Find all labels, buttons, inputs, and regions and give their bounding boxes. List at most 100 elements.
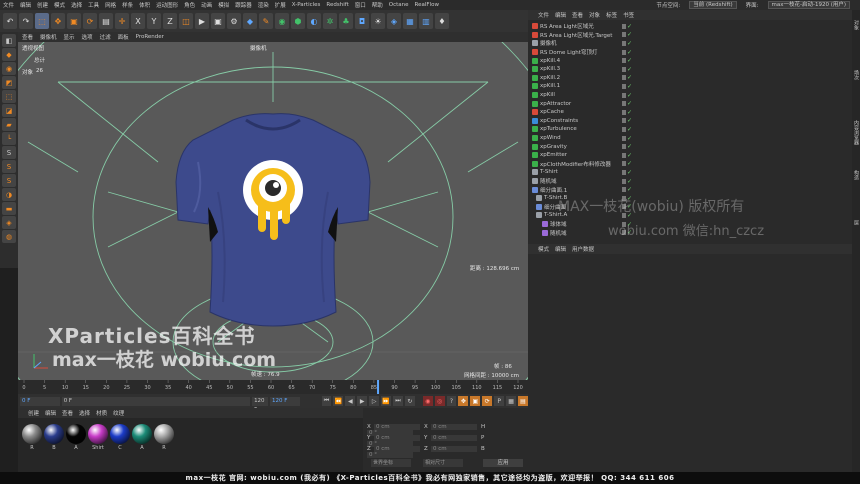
enabled-check-icon[interactable]: ✓ <box>627 23 632 29</box>
visibility-flag[interactable] <box>622 40 626 46</box>
menu-item[interactable]: 渲染 <box>258 1 269 9</box>
quantize-icon[interactable]: S <box>2 174 16 187</box>
menu-item[interactable]: 工具 <box>88 1 99 9</box>
menu-item[interactable]: 体积 <box>139 1 150 9</box>
material-swatch[interactable]: Shirt <box>88 424 108 451</box>
keyframe-selection-icon[interactable]: ? <box>446 396 457 406</box>
object-row[interactable]: 细分曲面.1 ✓ <box>528 185 842 194</box>
object-row[interactable]: xpClothModifier布料修改器 ✓ <box>528 160 842 169</box>
menu-item[interactable]: 选择 <box>71 1 82 9</box>
material-menu-item[interactable]: 材质 <box>96 409 107 417</box>
lock-icon[interactable]: ◍ <box>2 230 16 243</box>
object-menu-item[interactable]: 编辑 <box>555 11 566 19</box>
render-picture-icon[interactable]: ▣ <box>211 13 225 29</box>
menu-item[interactable]: 创建 <box>37 1 48 9</box>
object-row[interactable]: xpKill.4 ✓ <box>528 56 842 65</box>
bulb-icon[interactable]: ♦ <box>435 13 449 29</box>
object-row[interactable]: T-Shirt ✓ <box>528 168 842 177</box>
menu-item[interactable]: 样条 <box>122 1 133 9</box>
visibility-flag[interactable] <box>622 75 626 81</box>
object-row[interactable]: xpKill.1 ✓ <box>528 82 842 91</box>
material-ball[interactable] <box>66 424 86 444</box>
rotate-icon[interactable]: ⟳ <box>83 13 97 29</box>
right-tab[interactable]: 构造 <box>853 170 860 180</box>
cloner-icon[interactable]: ⬢ <box>291 13 305 29</box>
scale-key-icon[interactable]: ▣ <box>470 396 481 406</box>
environment-icon[interactable]: ♣ <box>339 13 353 29</box>
timeline-icon[interactable]: ▤ <box>518 396 528 406</box>
paint-icon[interactable]: ◈ <box>2 216 16 229</box>
pla-key-icon[interactable]: ▦ <box>506 396 516 406</box>
object-row[interactable]: xpEmitter ✓ <box>528 151 842 160</box>
scale-icon[interactable]: ▣ <box>67 13 81 29</box>
end-frame-field[interactable]: 120 F <box>252 396 268 413</box>
menu-item[interactable]: X-Particles <box>292 2 321 8</box>
layout-icon[interactable]: ▥ <box>419 13 433 29</box>
next-frame-icon[interactable]: ▷ <box>369 396 380 406</box>
enabled-check-icon[interactable]: ✓ <box>627 169 632 175</box>
visibility-flag[interactable] <box>622 187 626 193</box>
timeline-ruler[interactable]: 0 5 10 15 20 25 30 35 40 45 50 55 60 65 70 75 80 85 90 95 10… <box>18 380 539 394</box>
next-key-icon[interactable]: ⏩ <box>381 396 391 406</box>
rot-key-icon[interactable]: ⟳ <box>482 396 493 406</box>
snap-icon[interactable]: S <box>2 146 16 159</box>
material-ball[interactable] <box>88 424 108 444</box>
enabled-check-icon[interactable]: ✓ <box>627 49 632 55</box>
object-menu-item[interactable]: 书签 <box>623 11 634 19</box>
autokey-icon[interactable]: ◎ <box>434 396 445 406</box>
scene-icon[interactable]: ✲ <box>323 13 337 29</box>
preview-end-field[interactable]: 120 F <box>269 396 300 406</box>
material-swatch[interactable]: R <box>154 424 174 451</box>
points-mode-icon[interactable]: ⬚ <box>2 90 16 103</box>
object-row[interactable]: RS Area Light区域光.Target ✓ <box>528 31 842 40</box>
menu-item[interactable]: 网格 <box>105 1 116 9</box>
object-menu-item[interactable]: 文件 <box>538 11 549 19</box>
layout-select[interactable]: max一枝花-启动-1920 (用户) <box>767 1 850 9</box>
enabled-check-icon[interactable]: ✓ <box>627 40 632 46</box>
visibility-flag[interactable] <box>622 92 626 98</box>
workplane-icon[interactable]: ◩ <box>2 76 16 89</box>
right-tab[interactable]: 场次 <box>853 70 860 80</box>
enabled-check-icon[interactable]: ✓ <box>627 178 632 184</box>
prev-frame-icon[interactable]: ◀ <box>345 396 356 406</box>
x-axis-icon[interactable]: X <box>131 13 145 29</box>
material-ball[interactable] <box>110 424 130 444</box>
object-row[interactable]: RS Area Light区域光 ✓ <box>528 22 842 31</box>
coordinate-icon[interactable]: ✛ <box>115 13 129 29</box>
light-icon[interactable]: ☀ <box>371 13 385 29</box>
material-ball[interactable] <box>132 424 152 444</box>
enabled-check-icon[interactable]: ✓ <box>627 75 632 81</box>
coord-value-field[interactable]: 0 cm <box>431 435 477 441</box>
right-tab[interactable]: 对象 <box>853 20 860 30</box>
model-mode-icon[interactable]: ◆ <box>2 48 16 61</box>
object-row[interactable]: 摄像机 ✓ <box>528 39 842 48</box>
recent-tools-icon[interactable]: ▤ <box>99 13 113 29</box>
visibility-flag[interactable] <box>622 32 626 38</box>
viewport-menu-item[interactable]: ProRender <box>136 34 164 40</box>
visibility-flag[interactable] <box>622 135 626 141</box>
viewport-menu-item[interactable]: 面板 <box>118 33 129 41</box>
loop-icon[interactable]: ↻ <box>404 396 415 406</box>
move-icon[interactable]: ✥ <box>51 13 65 29</box>
timeline[interactable]: 0 5 10 15 20 25 30 35 40 45 50 55 60 65 70 75 80 85 90 95 10… <box>18 380 539 394</box>
polygons-mode-icon[interactable]: ▰ <box>2 118 16 131</box>
menu-item[interactable]: Octane <box>389 2 409 8</box>
menu-item[interactable]: 扩展 <box>275 1 286 9</box>
material-menu-item[interactable]: 编辑 <box>45 409 56 417</box>
material-swatch[interactable]: A <box>132 424 152 451</box>
menu-item[interactable]: RealFlow <box>415 2 439 8</box>
pos-key-icon[interactable]: ✥ <box>458 396 469 406</box>
visibility-flag[interactable] <box>622 126 626 132</box>
apply-button[interactable]: 应用 <box>483 459 523 467</box>
enabled-check-icon[interactable]: ✓ <box>627 144 632 150</box>
visibility-flag[interactable] <box>622 118 626 124</box>
viewport-menu-item[interactable]: 查看 <box>22 33 33 41</box>
enabled-check-icon[interactable]: ✓ <box>627 66 632 72</box>
material-swatch[interactable]: A <box>66 424 86 451</box>
material-ball[interactable] <box>22 424 42 444</box>
object-menu-item[interactable]: 查看 <box>572 11 583 19</box>
current-frame-field[interactable]: 0 F <box>61 396 251 406</box>
visibility-flag[interactable] <box>622 178 626 184</box>
menu-item[interactable]: 模拟 <box>218 1 229 9</box>
object-row[interactable]: xpKill.2 ✓ <box>528 74 842 83</box>
